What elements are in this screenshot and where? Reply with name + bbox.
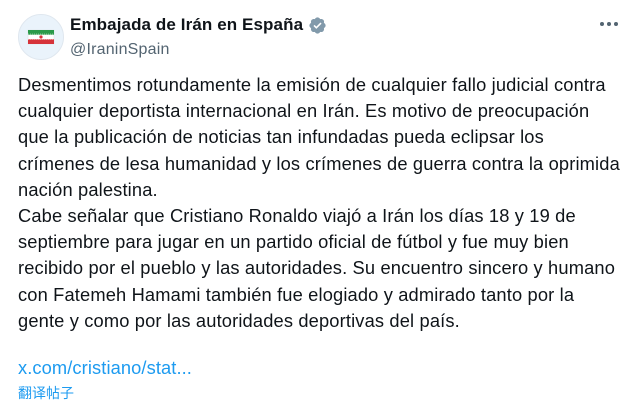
account-info: Embajada de Irán en España @IraninSpain: [70, 14, 327, 59]
verified-badge-icon: [308, 16, 327, 35]
iran-flag-logo: [19, 15, 63, 59]
display-name[interactable]: Embajada de Irán en España: [70, 15, 303, 35]
tweet-paragraph-1: Desmentimos rotundamente la emisión de c…: [18, 74, 620, 200]
tweet-card: Embajada de Irán en España @IraninSpain …: [0, 0, 640, 403]
tweet-header: Embajada de Irán en España @IraninSpain: [18, 12, 622, 62]
tweet-paragraph-2: Cabe señalar que Cristiano Ronaldo viajó…: [18, 205, 616, 331]
translate-post-button[interactable]: 翻译帖子: [18, 383, 74, 403]
tweet-link[interactable]: x.com/cristiano/stat...: [18, 357, 192, 379]
tweet-text: Desmentimos rotundamente la emisión de c…: [18, 72, 630, 334]
more-options-icon[interactable]: [596, 14, 622, 34]
display-name-row: Embajada de Irán en España: [70, 14, 327, 36]
account-handle[interactable]: @IraninSpain: [70, 41, 327, 59]
avatar[interactable]: [18, 14, 64, 60]
